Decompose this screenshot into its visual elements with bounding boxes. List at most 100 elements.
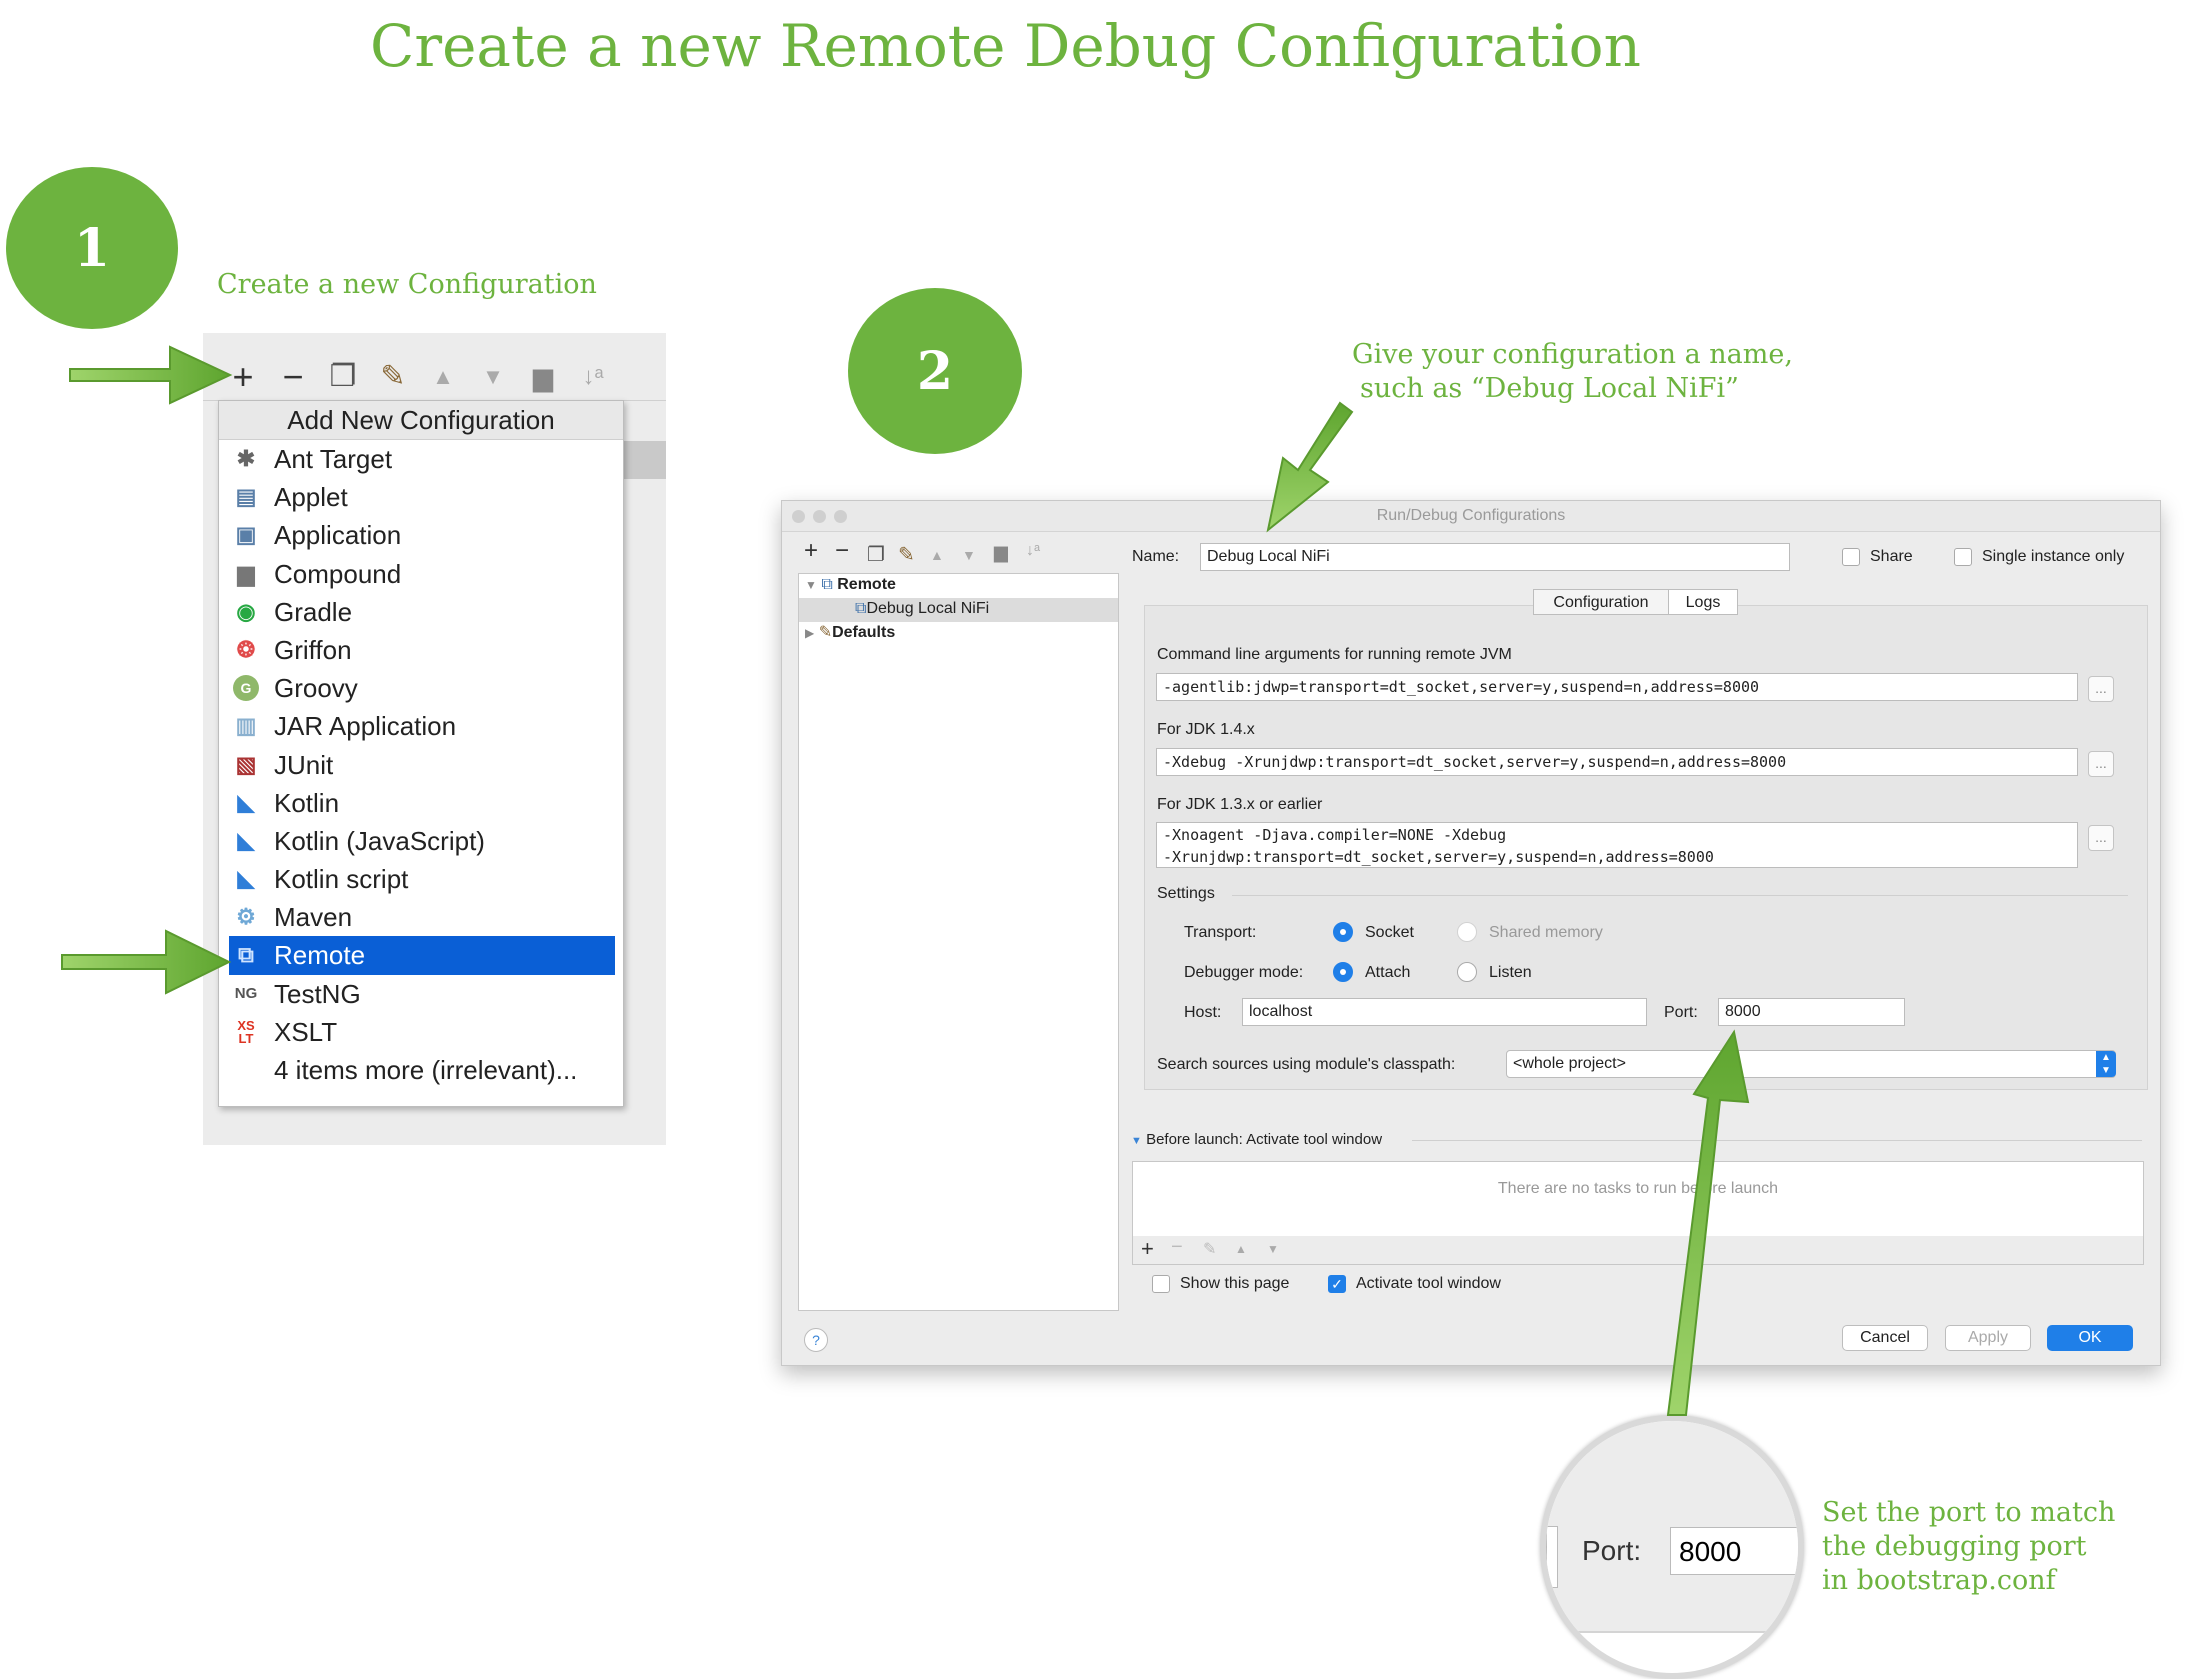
before-launch-task-list: There are no tasks to run before launch [1132, 1161, 2144, 1237]
add-menu-header: Add New Configuration [219, 401, 623, 440]
name-input[interactable]: Debug Local NiFi [1200, 543, 1790, 571]
socket-label: Socket [1365, 924, 1414, 941]
jdk13-expand-button[interactable]: ... [2088, 825, 2114, 851]
tree-item-debug-local-nifi[interactable]: ⧉Debug Local NiFi [799, 598, 1118, 622]
menu-item-application[interactable]: ▣ Application [219, 516, 623, 554]
before-launch-label[interactable]: ▼ Before launch: Activate tool window [1131, 1131, 1382, 1148]
menu-item-xslt[interactable]: XS LT XSLT [219, 1013, 623, 1051]
arrow-up-icon[interactable]: ▲ [930, 547, 944, 563]
show-this-page-checkbox[interactable] [1152, 1275, 1170, 1293]
menu-item-compound[interactable]: ▆ Compound [219, 555, 623, 593]
jdk14-expand-button[interactable]: ... [2088, 751, 2114, 777]
help-button[interactable]: ? [804, 1328, 828, 1352]
close-window-icon[interactable] [792, 510, 805, 523]
ok-button[interactable]: OK [2047, 1325, 2133, 1351]
activate-tool-window-checkbox[interactable]: ✓ [1328, 1275, 1346, 1293]
cmd-args-expand-button[interactable]: ... [2088, 676, 2114, 702]
listen-radio[interactable] [1457, 962, 1477, 982]
menu-item-maven[interactable]: ⚙ Maven [219, 898, 623, 936]
minus-icon[interactable]: − [273, 357, 313, 397]
menu-item-junit[interactable]: ▧ JUnit [219, 746, 623, 784]
socket-radio[interactable] [1333, 922, 1353, 942]
show-this-page-label: Show this page [1180, 1275, 1290, 1292]
jar-icon: ▥ [235, 713, 257, 739]
jdk13-line-2: -Xrunjdwp:transport=dt_socket,server=y,s… [1163, 848, 1714, 866]
edit-icon[interactable]: ✎ [1203, 1239, 1216, 1259]
wrench-icon[interactable]: ✎ [373, 357, 413, 397]
menu-item-applet[interactable]: ▤ Applet [219, 478, 623, 516]
menu-item-groovy[interactable]: G Groovy [219, 669, 623, 707]
tree-item-remote[interactable]: ▼ ⧉ Remote [805, 574, 896, 596]
search-sources-select[interactable]: <whole project> [1506, 1050, 2116, 1078]
remote-icon: ⧉ [855, 600, 867, 617]
zoom-window-icon[interactable] [834, 510, 847, 523]
menu-item-kotlin-script[interactable]: ◣ Kotlin script [219, 860, 623, 898]
ant-icon: ✱ [236, 446, 256, 471]
folder-icon[interactable]: ▆ [994, 542, 1008, 563]
configuration-tree: ▼ ⧉ Remote ⧉Debug Local NiFi ▶ ✎Defaults [798, 573, 1119, 1311]
activate-tool-window-label: Activate tool window [1356, 1275, 1501, 1292]
plus-icon[interactable]: + [1141, 1236, 1154, 1262]
jdk13-field[interactable]: -Xnoagent -Djava.compiler=NONE -Xdebug -… [1156, 822, 2078, 868]
menu-item-kotlin-javascript[interactable]: ◣ Kotlin (JavaScript) [219, 822, 623, 860]
minus-icon[interactable]: − [1171, 1236, 1183, 1259]
share-checkbox[interactable] [1842, 548, 1860, 566]
attach-radio[interactable] [1333, 962, 1353, 982]
shared-memory-radio[interactable] [1457, 922, 1477, 942]
tab-configuration[interactable]: Configuration [1533, 589, 1669, 615]
menu-item-gradle[interactable]: ◉ Gradle [219, 593, 623, 631]
add-new-configuration-menu: Add New Configuration ✱ Ant Target ▤ Apple… [218, 400, 624, 1107]
attach-label: Attach [1365, 964, 1411, 981]
cmd-args-field[interactable]: -agentlib:jdwp=transport=dt_socket,serve… [1156, 673, 2078, 701]
menu-item-ant-target[interactable]: ✱ Ant Target [219, 440, 623, 478]
plus-icon[interactable]: + [804, 537, 818, 565]
menu-item-testng[interactable]: NG TestNG [219, 975, 623, 1013]
tree-item-defaults[interactable]: ▶ ✎Defaults [805, 622, 895, 644]
jdk14-field[interactable]: -Xdebug -Xrunjdwp:transport=dt_socket,se… [1156, 748, 2078, 776]
junit-icon: ▧ [235, 751, 257, 777]
arrow-down-icon[interactable]: ▼ [1267, 1242, 1279, 1256]
folder-icon: ▆ [237, 560, 255, 586]
xslt-icon: XS LT [237, 1017, 255, 1046]
menu-item-kotlin[interactable]: ◣ Kotlin [219, 784, 623, 822]
step-1-badge: 1 [6, 167, 178, 329]
apply-button[interactable]: Apply [1945, 1325, 2031, 1351]
minimize-window-icon[interactable] [813, 510, 826, 523]
arrow-down-icon[interactable]: ▼ [962, 547, 976, 563]
arrow-up-icon[interactable]: ▲ [423, 357, 463, 397]
copy-icon[interactable]: ❐ [323, 357, 363, 397]
single-instance-checkbox[interactable] [1954, 548, 1972, 566]
run-debug-configurations-dialog: Run/Debug Configurations + − ❐ ✎ ▲ ▼ ▆ ↓… [781, 500, 2161, 1366]
wrench-icon[interactable]: ✎ [898, 542, 915, 567]
plus-icon[interactable]: + [223, 357, 263, 397]
jdk13-line-1: -Xnoagent -Djava.compiler=NONE -Xdebug [1163, 826, 1507, 844]
menu-item-remote[interactable]: ⧉ Remote [229, 936, 615, 975]
arrow-up-icon[interactable]: ▲ [1235, 1242, 1247, 1256]
jdk13-label: For JDK 1.3.x or earlier [1157, 796, 1323, 813]
cancel-button[interactable]: Cancel [1842, 1325, 1928, 1351]
port-input[interactable]: 8000 [1718, 998, 1905, 1026]
step-2-caption-line-1: Give your configuration a name, [1352, 339, 1793, 370]
share-label: Share [1870, 548, 1913, 565]
port-caption: Set the port to match the debugging port… [1822, 1496, 2115, 1598]
page-title: Create a new Remote Debug Configuration [370, 12, 1641, 80]
folder-icon[interactable]: ▆ [523, 357, 563, 397]
sort-icon[interactable]: ↓ᵃ [1026, 542, 1040, 560]
zoom-port-value: 8000 [1670, 1527, 1798, 1575]
listen-label: Listen [1489, 964, 1532, 981]
minus-icon[interactable]: − [835, 537, 849, 565]
menu-item-griffon[interactable]: ❂ Griffon [219, 631, 623, 669]
sort-icon[interactable]: ↓ᵃ [573, 357, 613, 397]
application-icon: ▣ [235, 522, 257, 548]
cmd-args-label: Command line arguments for running remot… [1157, 646, 1512, 663]
copy-icon[interactable]: ❐ [867, 542, 885, 567]
host-input[interactable]: localhost [1242, 998, 1647, 1026]
step-2-badge: 2 [848, 288, 1022, 454]
tab-logs[interactable]: Logs [1668, 589, 1738, 615]
port-label: Port: [1664, 1004, 1698, 1021]
applet-icon: ▤ [235, 484, 257, 510]
menu-item-more[interactable]: 4 items more (irrelevant)... [219, 1051, 623, 1089]
menu-item-jar-application[interactable]: ▥ JAR Application [219, 707, 623, 745]
arrow-down-icon[interactable]: ▼ [473, 357, 513, 397]
chevron-updown-icon[interactable]: ▲ ▼ [2096, 1051, 2116, 1077]
